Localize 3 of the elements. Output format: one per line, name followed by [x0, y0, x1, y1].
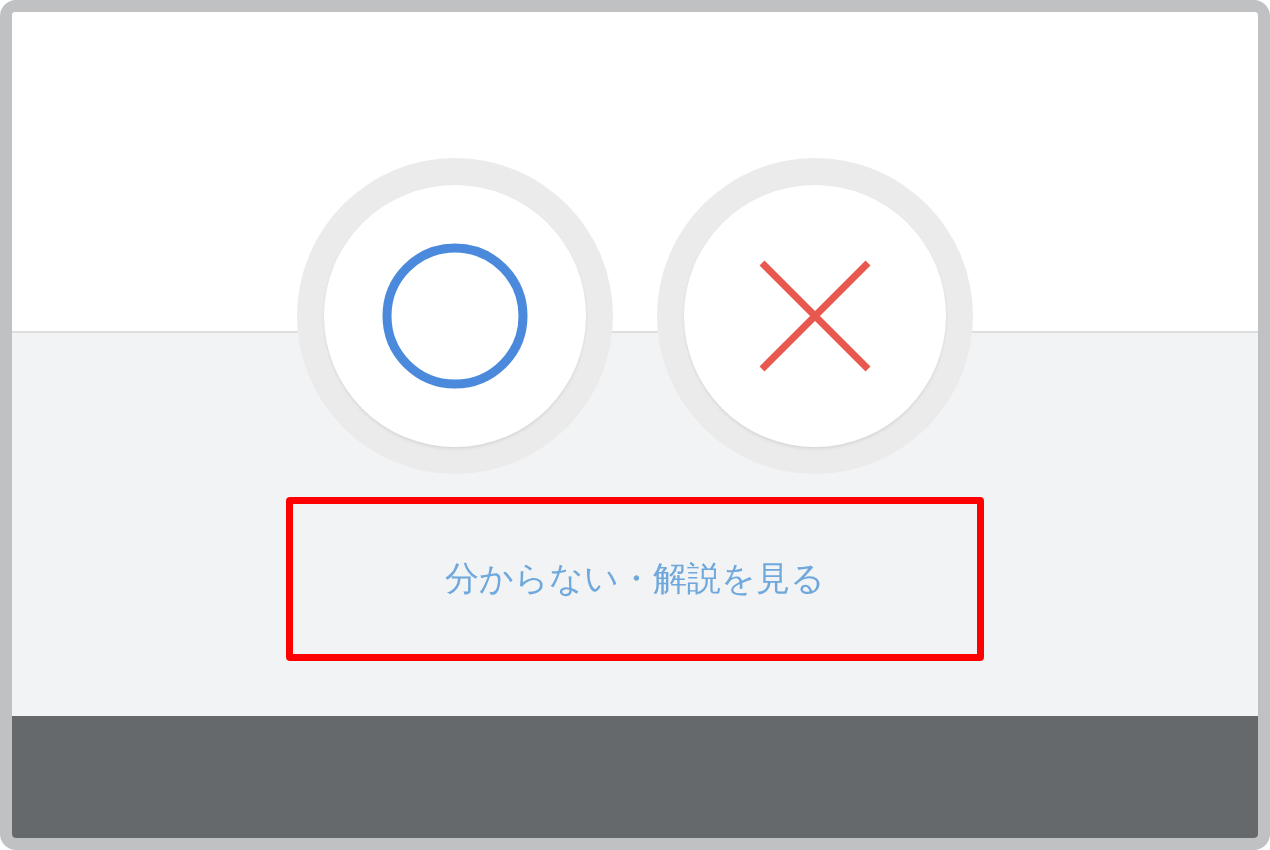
- explanation-link[interactable]: 分からない・解説を見る: [445, 556, 825, 602]
- circle-icon: [382, 243, 528, 389]
- cross-icon: [759, 260, 871, 372]
